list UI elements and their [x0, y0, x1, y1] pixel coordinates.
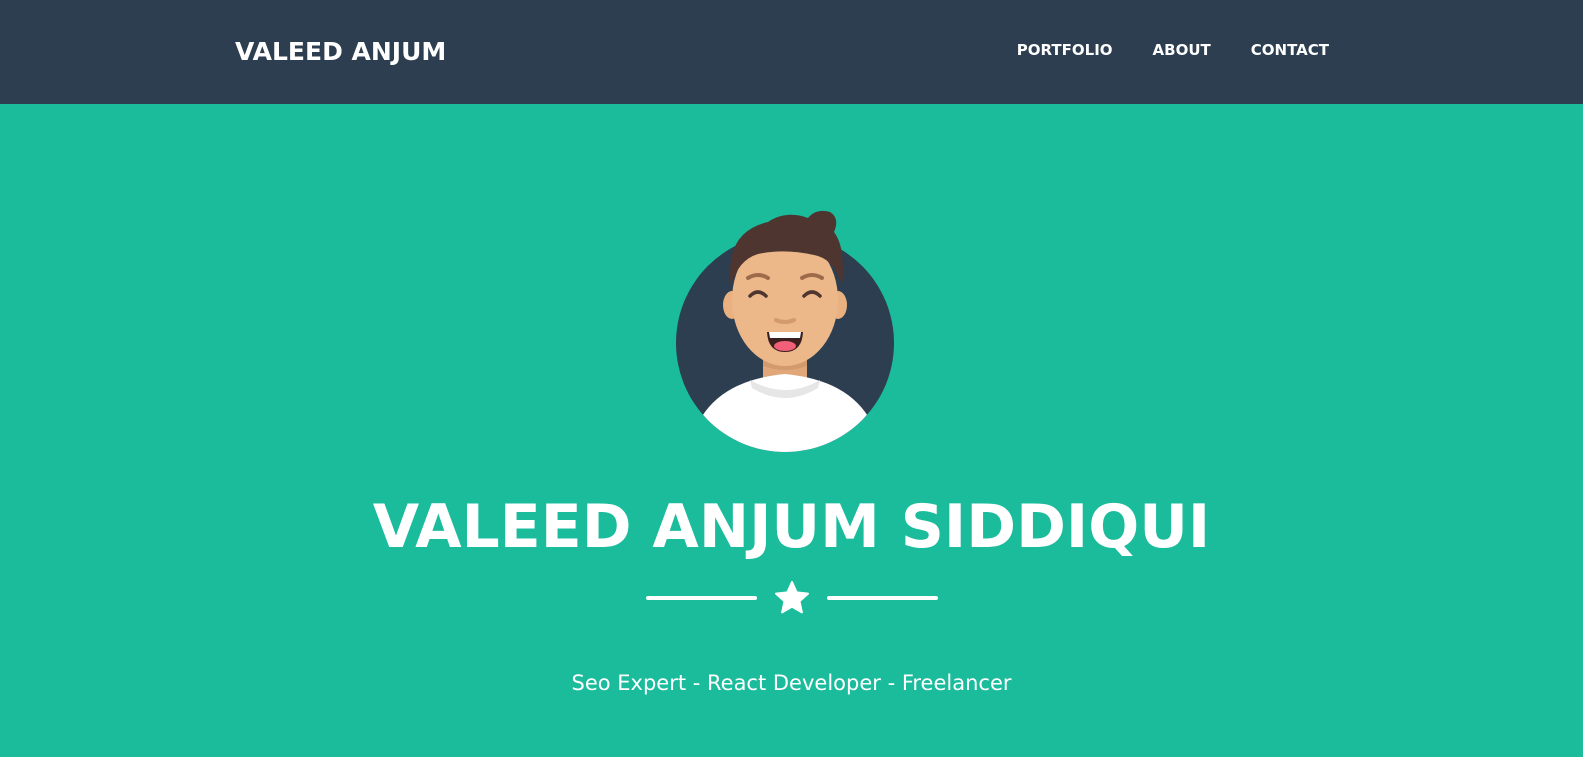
- nav-link-contact[interactable]: CONTACT: [1251, 38, 1329, 62]
- hero-subtitle: Seo Expert - React Developer - Freelance…: [571, 671, 1012, 695]
- star-icon: [775, 581, 809, 614]
- divider-line-left: [646, 596, 757, 600]
- hero-section: VALEED ANJUM SIDDIQUI Seo Expert - React…: [0, 104, 1583, 757]
- nav-link-about[interactable]: ABOUT: [1153, 38, 1211, 62]
- nav-link-portfolio[interactable]: PORTFOLIO: [1017, 38, 1113, 62]
- brand-link[interactable]: VALEED ANJUM: [235, 34, 446, 70]
- nav-links: PORTFOLIO ABOUT CONTACT: [1017, 38, 1329, 62]
- hero-title: VALEED ANJUM SIDDIQUI: [372, 492, 1211, 562]
- navbar: VALEED ANJUM PORTFOLIO ABOUT CONTACT: [0, 0, 1583, 104]
- divider-line-right: [827, 596, 938, 600]
- divider: [646, 580, 938, 616]
- avatar-icon: [676, 210, 894, 452]
